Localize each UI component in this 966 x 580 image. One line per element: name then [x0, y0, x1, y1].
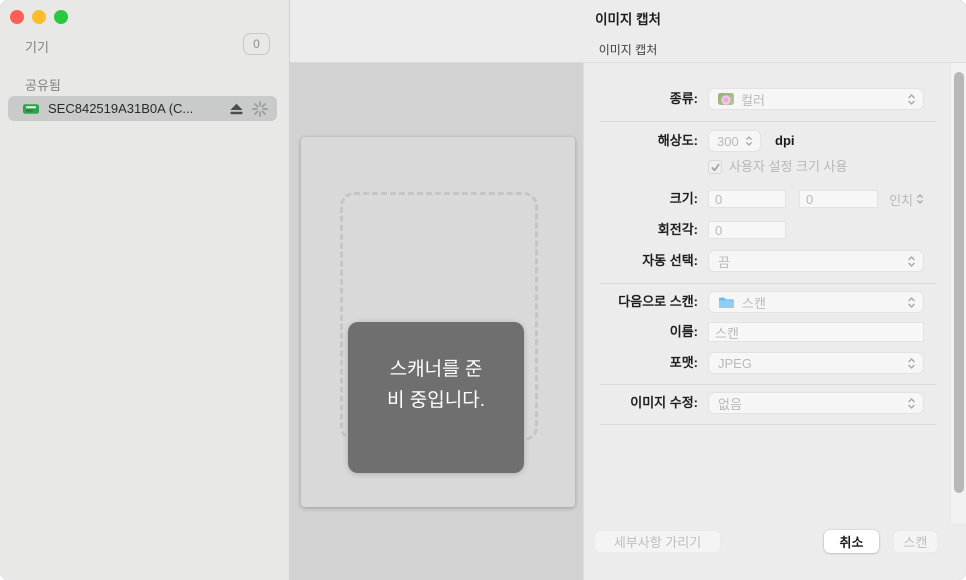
window-title: 이미지 캡처 [595, 12, 661, 27]
auto-select-label: 자동 선택: [642, 253, 698, 268]
size-height-field[interactable] [799, 190, 878, 208]
hide-details-button[interactable]: 세부사항 가리기 [594, 530, 721, 553]
resolution-value: 300 [717, 133, 739, 149]
auto-select-value: 끔 [718, 254, 730, 270]
scan-to-popup[interactable]: 스캔 [708, 291, 924, 313]
image-correction-label: 이미지 수정: [630, 395, 698, 410]
chevron-up-down-icon [917, 194, 923, 204]
chevron-up-down-icon [908, 397, 915, 409]
divider [600, 384, 936, 385]
close-window-button[interactable] [10, 10, 24, 24]
divider [600, 283, 936, 284]
color-photo-icon [718, 93, 734, 105]
scrollbar-thumb[interactable] [954, 72, 964, 493]
titlebar: 이미지 캡처 이미지 캡처 [290, 0, 966, 63]
dpi-unit-label: dpi [775, 133, 795, 148]
resolution-popup[interactable]: 300 [708, 130, 761, 152]
scan-button[interactable]: 스캔 [893, 530, 938, 553]
kind-value: 컬러 [741, 92, 765, 108]
devices-count-badge: 0 [243, 33, 270, 55]
size-label: 크기: [669, 191, 698, 206]
minimize-window-button[interactable] [32, 10, 46, 24]
format-value: JPEG [718, 355, 752, 371]
status-line-2: 비 중입니다. [387, 390, 485, 411]
chevron-up-down-icon [746, 136, 752, 146]
name-label: 이름: [669, 324, 698, 339]
custom-size-checkbox[interactable] [708, 160, 722, 174]
checkmark-icon [710, 163, 720, 171]
format-label: 포맷: [669, 355, 698, 370]
size-width-field[interactable] [708, 190, 786, 208]
image-capture-window: 기기 0 공유됨 SEC842519A31B0A (C... 이미지 캡처 이미… [0, 0, 966, 580]
auto-select-popup[interactable]: 끔 [708, 250, 924, 272]
scan-page-preview[interactable]: 스캐너를 준 비 중입니다. [301, 137, 575, 507]
folder-icon [718, 296, 735, 309]
chevron-up-down-icon [908, 296, 915, 308]
divider [600, 121, 936, 122]
chevron-up-down-icon [908, 357, 915, 369]
shared-section-header: 공유됨 [25, 78, 61, 93]
size-unit-value: 인치 [889, 192, 913, 208]
scan-preview-area: 스캐너를 준 비 중입니다. [290, 63, 583, 580]
printer-icon [23, 103, 39, 115]
chevron-up-down-icon [908, 93, 915, 105]
size-unit-popup[interactable]: 인치 [878, 190, 924, 208]
image-correction-value: 없음 [718, 396, 742, 412]
toolbar-title: 이미지 캡처 [598, 43, 658, 57]
custom-size-label: 사용자 설정 크기 사용 [729, 159, 848, 174]
resolution-label: 해상도: [657, 133, 698, 148]
devices-section-header: 기기 [25, 40, 49, 55]
busy-spinner-icon [252, 100, 268, 117]
scan-settings-panel: 종류: 컬러 해상도: 300 dpi 사용자 설정 크기 사용 크기: 인치 … [583, 63, 966, 580]
image-correction-popup[interactable]: 없음 [708, 392, 924, 414]
chevron-up-down-icon [908, 255, 915, 267]
divider [600, 424, 936, 425]
rotation-label: 회전각: [657, 222, 698, 237]
scan-to-value: 스캔 [742, 295, 766, 311]
scanner-status-overlay: 스캐너를 준 비 중입니다. [348, 322, 524, 473]
sidebar-item-shared-scanner[interactable]: SEC842519A31B0A (C... [8, 96, 277, 121]
format-popup[interactable]: JPEG [708, 352, 924, 374]
kind-label: 종류: [669, 91, 698, 106]
device-name-label: SEC842519A31B0A (C... [48, 101, 194, 116]
kind-popup[interactable]: 컬러 [708, 88, 924, 110]
status-line-1: 스캐너를 준 [389, 359, 483, 380]
eject-icon[interactable] [229, 103, 244, 115]
scan-to-label: 다음으로 스캔: [618, 294, 698, 309]
rotation-field[interactable] [708, 221, 786, 239]
zoom-window-button[interactable] [54, 10, 68, 24]
cancel-button[interactable]: 취소 [824, 530, 879, 553]
name-field[interactable] [708, 322, 924, 342]
sidebar: 기기 0 공유됨 SEC842519A31B0A (C... [0, 0, 290, 580]
